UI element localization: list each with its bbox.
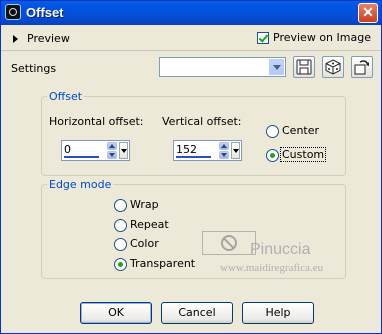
app-icon (5, 4, 21, 20)
chevron-down-icon[interactable] (269, 59, 284, 75)
horizontal-offset-value: 0 (64, 143, 71, 156)
randomize-button[interactable] (322, 56, 344, 78)
arrow-down-icon[interactable] (107, 151, 117, 159)
floppy-disk-icon (296, 59, 312, 75)
horizontal-offset-slider-bar[interactable] (64, 156, 99, 158)
disabled-icon (221, 235, 237, 251)
triangle-right-icon (13, 35, 18, 43)
window-title: Offset (26, 5, 64, 20)
arrow-up-icon[interactable] (219, 142, 229, 150)
preview-toggle-label: Preview (27, 32, 70, 45)
save-preset-button[interactable] (293, 56, 315, 78)
arrow-down-icon[interactable] (219, 151, 229, 159)
custom-label: Custom (280, 147, 327, 162)
horizontal-offset-label: Horizontal offset: (49, 115, 144, 128)
horizontal-offset-stepper[interactable] (107, 142, 117, 159)
offset-group-title: Offset (47, 90, 85, 103)
horizontal-offset-dropdown[interactable] (119, 142, 128, 159)
cancel-button[interactable]: Cancel (161, 302, 233, 324)
custom-radio[interactable] (266, 149, 279, 162)
watermark-name: Pinuccia (250, 241, 311, 258)
horizontal-offset-field[interactable]: 0 (61, 140, 130, 161)
vertical-offset-label: Vertical offset: (162, 115, 242, 128)
reset-icon (354, 60, 369, 75)
preview-on-image-checkbox[interactable] (257, 32, 269, 44)
edge-mode-group-title: Edge mode (47, 178, 114, 191)
vertical-offset-value: 152 (176, 143, 197, 156)
presets-dropdown[interactable] (159, 57, 286, 77)
title-bar[interactable]: Offset ✕ (1, 1, 381, 25)
vertical-offset-dropdown[interactable] (231, 142, 240, 159)
edge-color-swatch[interactable] (202, 231, 256, 255)
dice-icon (325, 59, 341, 75)
help-button[interactable]: Help (242, 302, 314, 324)
close-button[interactable]: ✕ (358, 3, 378, 23)
edge-label-transparent: Transparent (130, 257, 196, 270)
edge-label-repeat: Repeat (130, 218, 169, 231)
vertical-offset-stepper[interactable] (219, 142, 229, 159)
edge-label-color: Color (130, 237, 159, 250)
edge-radio-repeat[interactable] (114, 219, 127, 232)
arrow-up-icon[interactable] (107, 142, 117, 150)
watermark-url: www.maidiregrafica.eu (220, 262, 324, 274)
edge-radio-wrap[interactable] (114, 199, 127, 212)
settings-label: Settings (11, 62, 57, 75)
edge-radio-transparent[interactable] (114, 258, 127, 271)
preview-on-image-label: Preview on Image (273, 31, 371, 44)
header-divider (1, 50, 381, 51)
edge-label-wrap: Wrap (130, 198, 159, 211)
reset-button[interactable] (351, 56, 373, 78)
ok-button[interactable]: OK (80, 302, 152, 324)
center-label: Center (282, 124, 320, 137)
offset-dialog: Offset ✕ Preview Preview on Image Settin… (0, 0, 382, 334)
edge-radio-color[interactable] (114, 238, 127, 251)
center-radio[interactable] (266, 125, 279, 138)
vertical-offset-field[interactable]: 152 (173, 140, 242, 161)
vertical-offset-slider-bar[interactable] (176, 156, 211, 158)
